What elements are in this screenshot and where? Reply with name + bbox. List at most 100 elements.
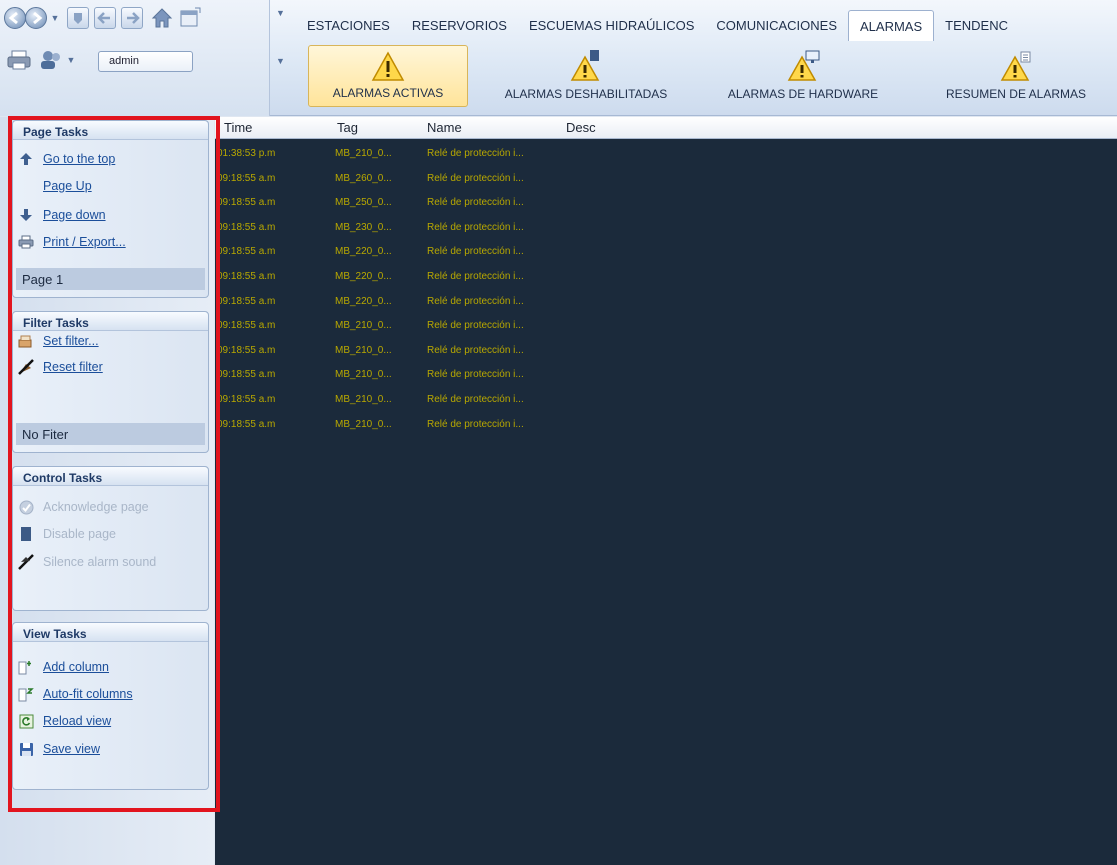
hardware-alarms-button[interactable]: ALARMAS DE HARDWARE xyxy=(708,45,898,107)
disabled-alarms-label: ALARMAS DESHABILITADAS xyxy=(504,87,668,101)
forward-button[interactable] xyxy=(25,6,47,30)
user-dropdown-arrow[interactable]: ▼ xyxy=(66,48,76,72)
arrow-right-icon xyxy=(121,7,143,29)
disable-icon xyxy=(17,526,35,542)
autofit-columns-link[interactable]: Auto-fit columns xyxy=(13,684,133,704)
cell-tag: MB_210_0... xyxy=(335,344,392,356)
alarm-summary-button[interactable]: RESUMEN DE ALARMAS xyxy=(926,45,1106,107)
table-row[interactable]: 09:18:55 a.m MB_210_0... Relé de protecció… xyxy=(215,388,1117,413)
print-export-link[interactable]: Print / Export... xyxy=(13,232,126,252)
reset-filter-label: Reset filter xyxy=(43,360,103,374)
table-row[interactable]: 09:18:55 a.m MB_220_0... Relé de protecció… xyxy=(215,290,1117,315)
forward-icon xyxy=(25,7,47,29)
home-button[interactable] xyxy=(150,6,174,30)
top-toolbar: ▼ ▼ admin ▼ ▼ ESTACIONES RESERVORIOS ESC… xyxy=(0,0,1117,116)
cell-name: Relé de protección i... xyxy=(427,418,524,430)
table-row[interactable]: 09:18:55 a.m MB_250_0... Relé de protecció… xyxy=(215,191,1117,216)
cell-name: Relé de protección i... xyxy=(427,344,524,356)
tab-reservorios[interactable]: RESERVORIOS xyxy=(401,10,518,38)
print-button[interactable] xyxy=(6,48,32,72)
set-filter-link[interactable]: Set filter... xyxy=(13,331,99,351)
tab-esquemas-hidraulicos[interactable]: ESCUEMAS HIDRAÚLICOS xyxy=(518,10,705,38)
cell-tag: MB_210_0... xyxy=(335,418,392,430)
print-export-label: Print / Export... xyxy=(43,235,126,249)
alarm-grid[interactable]: Time Tag Name Desc 01:38:53 p.m MB_210_0.… xyxy=(215,117,1117,865)
cell-name: Relé de protección i... xyxy=(427,271,524,282)
cell-time: 09:18:55 a.m xyxy=(217,418,276,430)
table-row[interactable]: 09:18:55 a.m MB_220_0... Relé de protecció… xyxy=(215,265,1117,290)
add-column-link[interactable]: Add column xyxy=(13,657,109,677)
reload-icon xyxy=(17,713,35,729)
cell-tag: MB_210_0... xyxy=(335,369,392,381)
tab-estaciones[interactable]: ESTACIONES xyxy=(296,10,401,38)
cell-tag: MB_230_0... xyxy=(335,221,392,233)
table-row[interactable]: 09:18:55 a.m MB_220_0... Relé de protecció… xyxy=(215,240,1117,265)
previous-page-button[interactable] xyxy=(94,6,116,30)
user-switch-button[interactable] xyxy=(38,48,64,72)
page-tasks-group: Page Tasks Go to the top Page Up Page do… xyxy=(12,120,209,298)
page-up-link[interactable]: Page Up xyxy=(13,176,92,196)
quick-access-dropdown[interactable]: ▼ xyxy=(276,8,285,18)
table-row[interactable]: 09:18:55 a.m MB_210_0... Relé de protecció… xyxy=(215,314,1117,339)
reload-view-label: Reload view xyxy=(43,714,112,728)
go-to-top-link[interactable]: Go to the top xyxy=(13,149,115,169)
table-row[interactable]: 09:18:55 a.m MB_210_0... Relé de protecció… xyxy=(215,339,1117,364)
back-icon xyxy=(4,7,26,29)
cell-tag: MB_210_0... xyxy=(335,320,392,332)
go-to-top-label: Go to the top xyxy=(43,152,116,166)
column-header-desc[interactable]: Desc xyxy=(566,120,596,135)
active-alarms-button[interactable]: ALARMAS ACTIVAS xyxy=(308,45,468,107)
view-tasks-group: View Tasks Add column Auto-fit columns R… xyxy=(12,622,209,790)
cell-time: 09:18:55 a.m xyxy=(217,344,276,356)
cell-name: Relé de protección i... xyxy=(427,320,524,332)
tab-alarmas[interactable]: ALARMAS xyxy=(848,10,935,41)
control-tasks-group: Control Tasks Acknowledge page Disable p… xyxy=(12,466,209,611)
next-page-button[interactable] xyxy=(121,6,143,30)
cell-time: 09:18:55 a.m xyxy=(217,197,276,209)
acknowledge-page-link[interactable]: Acknowledge page xyxy=(13,497,149,517)
nav-history-dropdown[interactable]: ▼ xyxy=(50,6,60,30)
arrow-down-icon xyxy=(17,207,35,223)
reset-filter-icon xyxy=(17,359,35,375)
cell-time: 09:18:55 a.m xyxy=(217,221,276,233)
grid-header: Time Tag Name Desc xyxy=(215,117,1117,139)
cell-time: 09:18:55 a.m xyxy=(217,295,276,307)
table-row[interactable]: 09:18:55 a.m MB_210_0... Relé de protecció… xyxy=(215,413,1117,438)
ribbon-options-dropdown[interactable]: ▼ xyxy=(276,56,285,66)
silence-alarm-link[interactable]: Silence alarm sound xyxy=(13,552,156,572)
reload-view-link[interactable]: Reload view xyxy=(13,711,111,731)
cell-tag: MB_220_0... xyxy=(335,271,392,282)
table-row[interactable]: 01:38:53 p.m MB_210_0... Relé de protecció… xyxy=(215,142,1117,167)
tab-comunicaciones[interactable]: COMUNICACIONES xyxy=(705,10,848,38)
add-column-icon xyxy=(17,659,35,675)
warning-summary-icon xyxy=(999,49,1033,83)
back-button[interactable] xyxy=(4,6,26,30)
disable-page-link[interactable]: Disable page xyxy=(13,524,116,544)
disabled-alarms-button[interactable]: ALARMAS DESHABILITADAS xyxy=(486,45,686,107)
warning-icon xyxy=(371,50,405,84)
printer-icon xyxy=(17,234,35,250)
save-view-link[interactable]: Save view xyxy=(13,739,100,759)
column-header-tag[interactable]: Tag xyxy=(337,120,358,135)
cell-name: Relé de protección i... xyxy=(427,295,524,307)
warning-disabled-icon xyxy=(569,49,603,83)
page-down-link[interactable]: Page down xyxy=(13,205,106,225)
table-row[interactable]: 09:18:55 a.m MB_260_0... Relé de protecció… xyxy=(215,167,1117,192)
table-row[interactable]: 09:18:55 a.m MB_210_0... Relé de protecció… xyxy=(215,363,1117,388)
warning-hardware-icon xyxy=(786,49,820,83)
home-icon xyxy=(151,8,173,28)
arrow-left-icon xyxy=(94,7,116,29)
silence-icon xyxy=(17,554,35,570)
user-field[interactable]: admin xyxy=(98,51,193,72)
alarm-summary-label: RESUMEN DE ALARMAS xyxy=(945,87,1087,101)
filter-tasks-title: Filter Tasks xyxy=(13,312,208,331)
column-header-name[interactable]: Name xyxy=(427,120,462,135)
tab-tendencias[interactable]: TENDENC xyxy=(934,10,1019,38)
users-icon xyxy=(41,51,60,69)
window-button[interactable] xyxy=(178,6,202,30)
table-row[interactable]: 09:18:55 a.m MB_230_0... Relé de protecció… xyxy=(215,216,1117,241)
reset-filter-link[interactable]: Reset filter xyxy=(13,357,103,377)
window-icon xyxy=(180,7,201,27)
stop-button[interactable] xyxy=(67,6,89,30)
column-header-time[interactable]: Time xyxy=(224,120,252,135)
